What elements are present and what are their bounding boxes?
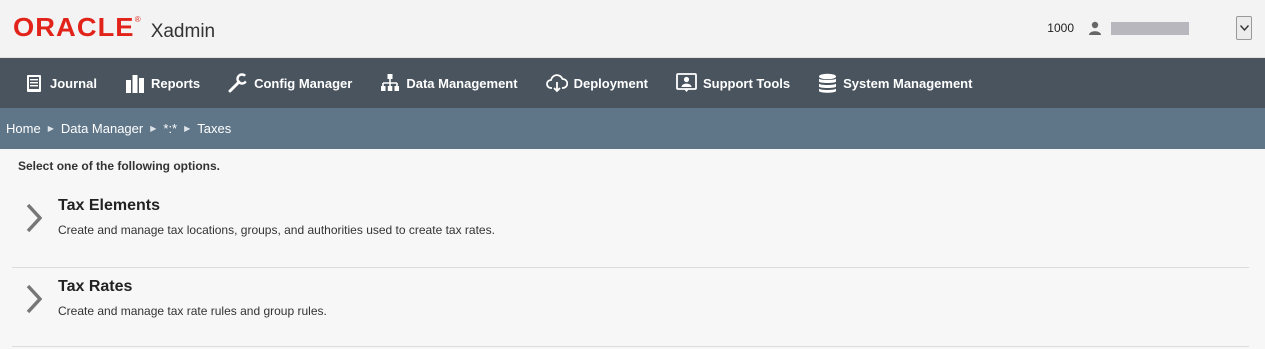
bar-chart-icon — [125, 74, 144, 93]
breadcrumb-separator-icon: ▶ — [47, 124, 54, 133]
user-icon — [1089, 21, 1101, 35]
database-icon — [819, 73, 837, 93]
nav-label: Support Tools — [702, 75, 791, 91]
breadcrumb-current: Taxes — [197, 121, 232, 136]
nav-item-data-management[interactable]: Data Management — [380, 73, 518, 93]
nav-item-deployment[interactable]: Deployment — [545, 73, 648, 93]
breadcrumb-separator-icon: ▶ — [150, 124, 157, 133]
option-title: Tax Rates — [58, 278, 133, 295]
page-prompt: Select one of the following options. — [18, 159, 220, 173]
header-bar: ORACLE ® Xadmin 1000 — [0, 0, 1265, 58]
nav-label: Journal — [50, 75, 97, 91]
breadcrumb-separator-icon: ▶ — [184, 124, 191, 133]
nav-label: Deployment — [573, 75, 648, 91]
chevron-right-icon — [26, 203, 42, 233]
user-area: 1000 — [1047, 14, 1265, 42]
main-content: Select one of the following options. Tax… — [0, 149, 1265, 347]
chevron-right-icon — [26, 284, 42, 314]
option-title: Tax Elements — [58, 197, 160, 214]
nav-label: Config Manager — [254, 75, 353, 91]
support-icon — [676, 73, 697, 92]
brand-name: ORACLE — [13, 12, 135, 42]
user-menu-dropdown[interactable] — [1236, 16, 1252, 40]
nav-item-support-tools[interactable]: Support Tools — [676, 73, 790, 93]
chevron-down-icon — [1239, 25, 1249, 31]
breadcrumb-location[interactable]: *:* — [163, 121, 177, 136]
journal-icon — [27, 74, 41, 92]
option-tax-rates[interactable]: Tax Rates Create and manage tax rate rul… — [12, 268, 1249, 347]
main-nav: Journal Reports Config Manager Data Mana… — [0, 58, 1265, 108]
option-tax-elements[interactable]: Tax Elements Create and manage tax locat… — [12, 187, 1249, 268]
option-description: Create and manage tax locations, groups,… — [58, 223, 495, 237]
oracle-logo: ORACLE ® Xadmin — [13, 12, 215, 43]
app-name: Xadmin — [150, 21, 216, 42]
breadcrumb: Home ▶ Data Manager ▶ *:* ▶ Taxes — [0, 108, 1265, 149]
wrench-icon — [228, 73, 249, 93]
cloud-download-icon — [545, 74, 568, 93]
nav-item-config-manager[interactable]: Config Manager — [228, 73, 352, 93]
hierarchy-icon — [381, 74, 400, 91]
nav-label: Data Management — [406, 75, 518, 91]
breadcrumb-home[interactable]: Home — [6, 121, 41, 136]
nav-label: System Management — [843, 75, 973, 91]
option-description: Create and manage tax rate rules and gro… — [58, 304, 327, 318]
user-name-redacted[interactable] — [1111, 21, 1189, 35]
nav-item-system-management[interactable]: System Management — [818, 73, 972, 94]
org-id: 1000 — [1047, 21, 1074, 35]
nav-item-reports[interactable]: Reports — [125, 74, 200, 93]
nav-item-journal[interactable]: Journal — [25, 74, 97, 93]
registered-mark: ® — [134, 15, 141, 24]
breadcrumb-data-manager[interactable]: Data Manager — [61, 121, 143, 136]
nav-label: Reports — [150, 75, 201, 91]
